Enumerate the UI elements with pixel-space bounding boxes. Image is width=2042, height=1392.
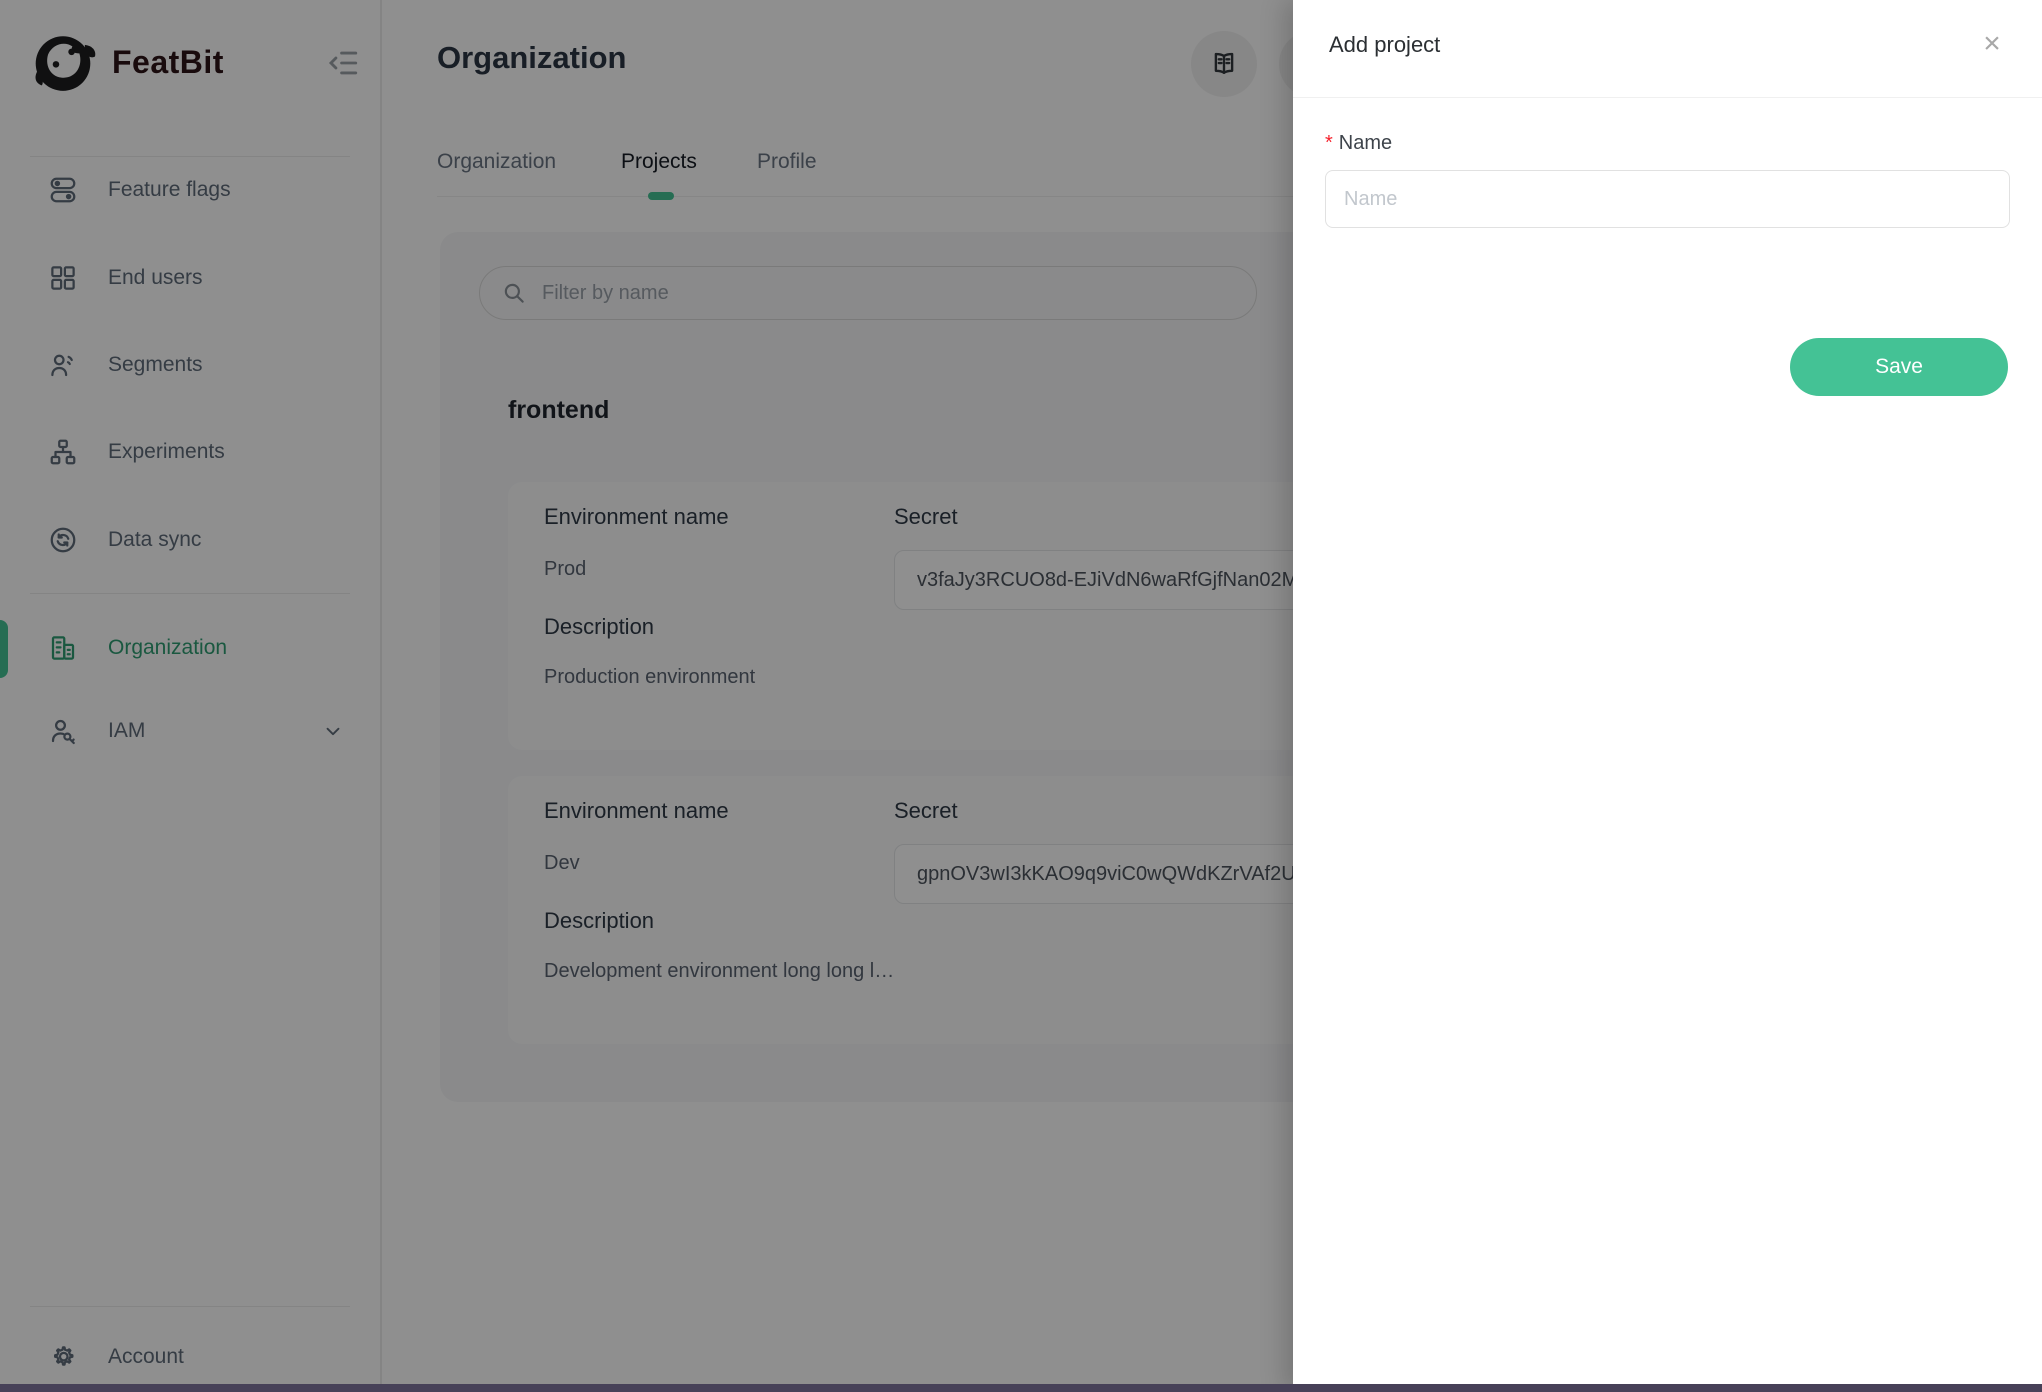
- save-button[interactable]: Save: [1790, 338, 2008, 396]
- name-field-label: * Name: [1325, 132, 1392, 155]
- required-mark: *: [1325, 132, 1333, 154]
- drawer-title: Add project: [1329, 32, 1440, 58]
- project-name-input[interactable]: [1325, 170, 2010, 228]
- bottom-window-edge: [0, 1384, 2042, 1392]
- add-project-drawer: Add project × * Name Save: [1293, 0, 2042, 1392]
- name-label-text: Name: [1339, 132, 1392, 154]
- app-window: FeatBit Feature flags: [0, 0, 2042, 1392]
- drawer-header-divider: [1293, 97, 2042, 98]
- close-icon[interactable]: ×: [1972, 24, 2012, 64]
